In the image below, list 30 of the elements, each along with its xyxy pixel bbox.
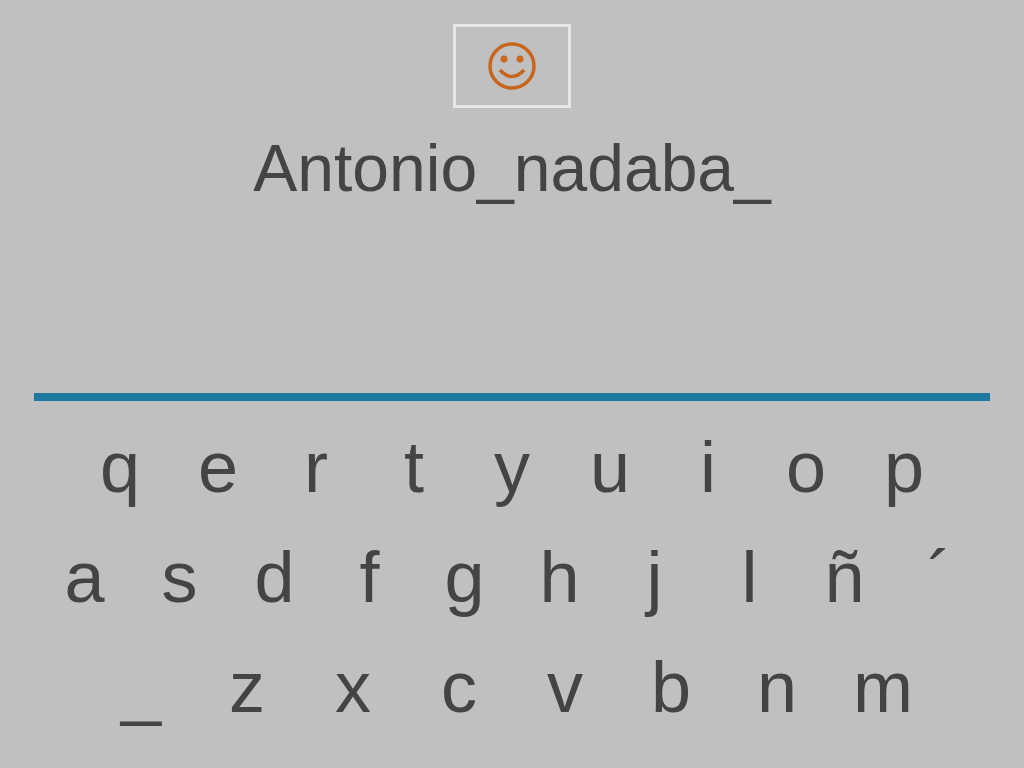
letter-key[interactable]: a xyxy=(37,533,132,621)
letter-key[interactable]: p xyxy=(855,423,953,511)
letter-key[interactable]: ´ xyxy=(892,533,987,621)
letter-key[interactable]: z xyxy=(194,643,300,731)
letter-key[interactable]: j xyxy=(607,533,702,621)
letter-key[interactable]: f xyxy=(322,533,417,621)
letter-key[interactable]: x xyxy=(300,643,406,731)
letter-key[interactable]: l xyxy=(702,533,797,621)
letter-key[interactable]: d xyxy=(227,533,322,621)
letter-key[interactable]: r xyxy=(267,423,365,511)
letter-key[interactable]: ñ xyxy=(797,533,892,621)
letter-key[interactable]: i xyxy=(659,423,757,511)
letter-key[interactable]: _ xyxy=(88,643,194,731)
letter-key[interactable]: m xyxy=(830,643,936,731)
letter-key[interactable]: b xyxy=(618,643,724,731)
letter-key[interactable]: y xyxy=(463,423,561,511)
letter-key[interactable]: t xyxy=(365,423,463,511)
letter-key[interactable]: u xyxy=(561,423,659,511)
letter-key[interactable]: v xyxy=(512,643,618,731)
answer-text: Antonio_nadaba_ xyxy=(253,130,771,206)
letter-key[interactable]: g xyxy=(417,533,512,621)
letter-key[interactable]: o xyxy=(757,423,855,511)
letter-key[interactable]: s xyxy=(132,533,227,621)
letter-key[interactable]: c xyxy=(406,643,512,731)
letter-key[interactable]: n xyxy=(724,643,830,731)
letter-key[interactable]: q xyxy=(71,423,169,511)
letter-key[interactable]: e xyxy=(169,423,267,511)
letter-key[interactable]: h xyxy=(512,533,607,621)
smiley-frame[interactable] xyxy=(453,24,571,108)
smiley-icon xyxy=(487,41,537,91)
